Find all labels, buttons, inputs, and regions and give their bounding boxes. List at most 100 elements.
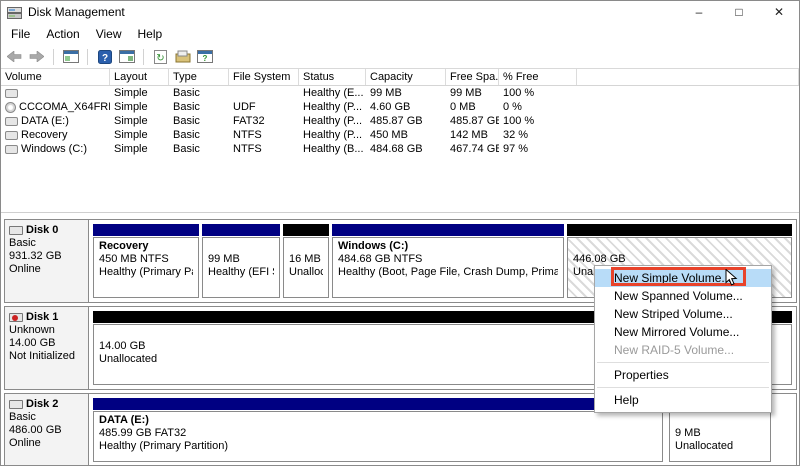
partition-status: Healthy (EFI Sys [208, 266, 274, 279]
partition-size: 485.99 GB FAT32 [99, 427, 657, 440]
toolbar-separator [143, 49, 144, 65]
drive-icon [5, 117, 18, 126]
partition-size: 484.68 GB NTFS [338, 253, 558, 266]
disk-management-window: Disk Management – □ ✕ File Action View H… [0, 0, 800, 466]
context-menu-separator [597, 362, 769, 363]
context-menu-item-new-mirrored-volume[interactable]: New Mirrored Volume... [595, 323, 771, 341]
disk-2-label[interactable]: Disk 2 Basic 486.00 GB Online [5, 394, 89, 466]
refresh-icon[interactable]: ↻ [151, 48, 170, 65]
volume-layout: Simple [110, 115, 169, 127]
volume-status: Healthy (B... [299, 143, 366, 155]
partition-color-bar [93, 398, 663, 410]
back-icon[interactable] [5, 48, 24, 65]
partition-status: Unalloca [289, 266, 323, 279]
disk-0-label[interactable]: Disk 0 Basic 931.32 GB Online [5, 220, 89, 302]
column-header-volume[interactable]: Volume [1, 69, 110, 85]
menu-file[interactable]: File [3, 24, 38, 44]
window-controls: – □ ✕ [679, 1, 799, 23]
column-header-free-space[interactable]: Free Spa... [446, 69, 499, 85]
console-window-icon[interactable] [61, 48, 80, 65]
partition-title: Windows (C:) [338, 240, 558, 253]
volume-pct-free: 0 % [499, 101, 577, 113]
partition-tile-data-e[interactable]: DATA (E:) 485.99 GB FAT32 Healthy (Prima… [93, 398, 663, 462]
volume-row[interactable]: Recovery Simple Basic NTFS Healthy (P...… [1, 128, 799, 142]
volume-capacity: 4.60 GB [366, 101, 446, 113]
disk-status: Online [9, 263, 85, 276]
column-header-status[interactable]: Status [299, 69, 366, 85]
disk-1-label[interactable]: Disk 1 Unknown 14.00 GB Not Initialized [5, 307, 89, 389]
volume-layout: Simple [110, 143, 169, 155]
volume-type: Basic [169, 129, 229, 141]
partition-size: 99 MB [208, 253, 274, 266]
volume-name: Recovery [21, 129, 67, 141]
partition-tile-windows-c[interactable]: Windows (C:) 484.68 GB NTFS Healthy (Boo… [332, 224, 564, 298]
partition-color-bar [202, 224, 280, 236]
column-header-filler [577, 69, 799, 85]
context-menu-item-new-striped-volume[interactable]: New Striped Volume... [595, 305, 771, 323]
context-help-icon[interactable]: ? [195, 48, 214, 65]
partition-title [675, 414, 765, 427]
drive-icon [5, 89, 18, 98]
partition-title: Recovery [99, 240, 193, 253]
pane-splitter[interactable] [1, 212, 799, 213]
disk-name: Disk 1 [26, 311, 58, 324]
toolbar-separator [87, 49, 88, 65]
column-header-type[interactable]: Type [169, 69, 229, 85]
column-header-pct-free[interactable]: % Free [499, 69, 577, 85]
disk-icon [9, 400, 23, 409]
drive-icon [5, 145, 18, 154]
volume-row[interactable]: DATA (E:) Simple Basic FAT32 Healthy (P.… [1, 114, 799, 128]
volume-layout: Simple [110, 101, 169, 113]
column-header-file-system[interactable]: File System [229, 69, 299, 85]
maximize-button[interactable]: □ [719, 1, 759, 23]
disk-status: Online [9, 437, 85, 450]
volume-free: 99 MB [446, 87, 499, 99]
volume-capacity: 485.87 GB [366, 115, 446, 127]
volume-fs: FAT32 [229, 115, 299, 127]
disk-name: Disk 2 [26, 398, 58, 411]
context-menu-item-properties[interactable]: Properties [595, 366, 771, 384]
console-tree-icon[interactable] [117, 48, 136, 65]
disk-status: Not Initialized [9, 350, 85, 363]
volume-row[interactable]: Simple Basic Healthy (E... 99 MB 99 MB 1… [1, 86, 799, 100]
volume-row[interactable]: Windows (C:) Simple Basic NTFS Healthy (… [1, 142, 799, 156]
menu-view[interactable]: View [88, 24, 130, 44]
disk-size: 931.32 GB [9, 250, 85, 263]
partition-tile-efi-system[interactable]: 99 MB Healthy (EFI Sys [202, 224, 280, 298]
volume-free: 0 MB [446, 101, 499, 113]
partition-tile-unallocated-16mb[interactable]: 16 MB Unalloca [283, 224, 329, 298]
context-menu-item-new-spanned-volume[interactable]: New Spanned Volume... [595, 287, 771, 305]
disk-type: Basic [9, 237, 85, 250]
volume-pct-free: 100 % [499, 87, 577, 99]
column-header-capacity[interactable]: Capacity [366, 69, 446, 85]
volume-type: Basic [169, 101, 229, 113]
partition-status: Unallocated [675, 440, 765, 453]
volume-capacity: 99 MB [366, 87, 446, 99]
context-menu-item-help[interactable]: Help [595, 391, 771, 409]
partition-color-bar [93, 224, 199, 236]
volume-pct-free: 100 % [499, 115, 577, 127]
menu-help[interactable]: Help [130, 24, 171, 44]
context-menu: New Simple Volume... New Spanned Volume.… [594, 265, 772, 413]
forward-icon[interactable] [27, 48, 46, 65]
volume-row[interactable]: CCCOMA_X64FRE... Simple Basic UDF Health… [1, 100, 799, 114]
volume-status: Healthy (E... [299, 87, 366, 99]
volume-free: 142 MB [446, 129, 499, 141]
volume-pct-free: 32 % [499, 129, 577, 141]
partition-title [289, 240, 323, 253]
partition-tile-recovery[interactable]: Recovery 450 MB NTFS Healthy (Primary Pa… [93, 224, 199, 298]
volume-layout: Simple [110, 87, 169, 99]
volume-free: 467.74 GB [446, 143, 499, 155]
volume-pct-free: 97 % [499, 143, 577, 155]
menu-action[interactable]: Action [38, 24, 87, 44]
partition-size: 16 MB [289, 253, 323, 266]
unallocated-color-bar [567, 224, 792, 236]
help-icon[interactable]: ? [95, 48, 114, 65]
volume-list: Volume Layout Type File System Status Ca… [1, 69, 799, 156]
minimize-button[interactable]: – [679, 1, 719, 23]
cursor-icon [725, 269, 739, 286]
properties-icon[interactable] [173, 48, 192, 65]
close-button[interactable]: ✕ [759, 1, 799, 23]
volume-name: Windows (C:) [21, 143, 87, 155]
column-header-layout[interactable]: Layout [110, 69, 169, 85]
